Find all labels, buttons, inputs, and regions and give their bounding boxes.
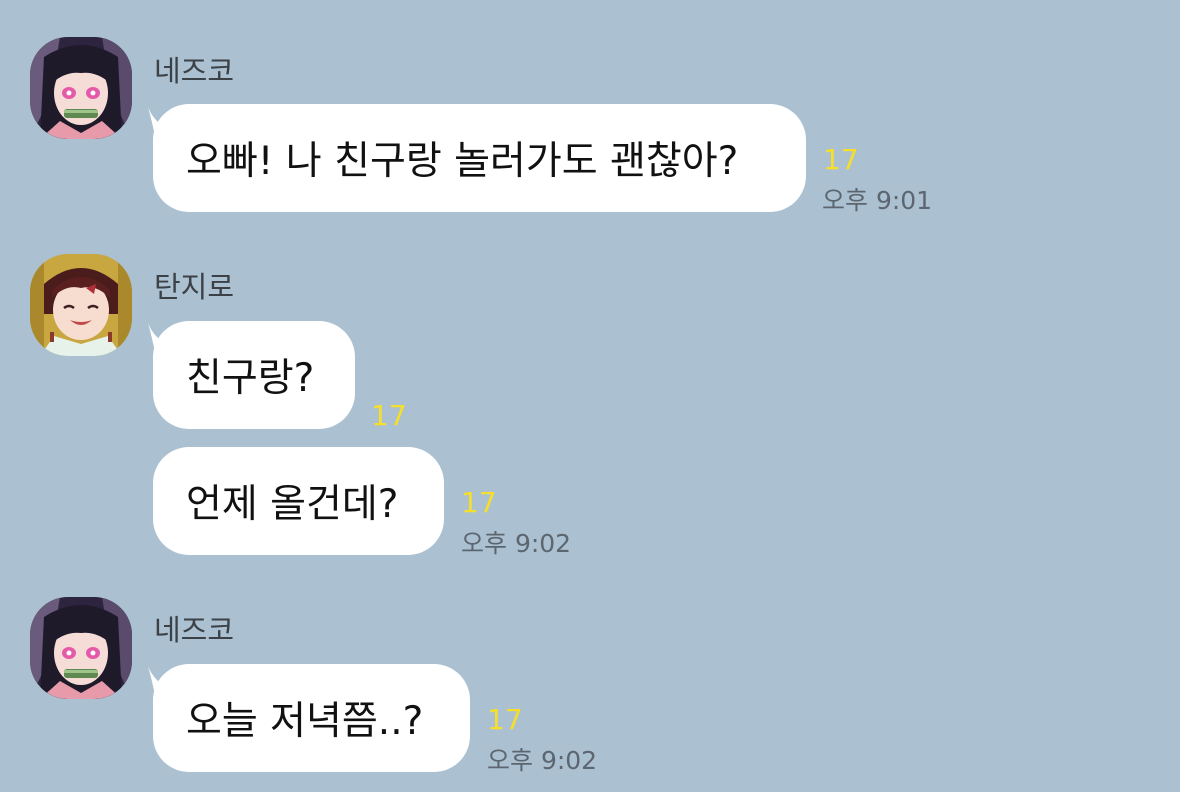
- message-text: 언제 올건데?: [186, 482, 399, 527]
- message-bubble[interactable]: 오빠! 나 친구랑 놀러가도 괜찮아?: [153, 104, 806, 212]
- tanjiro-avatar[interactable]: [30, 254, 132, 356]
- message-time: 오후 9:02: [461, 529, 572, 558]
- sender-name: 탄지로: [154, 270, 235, 304]
- unread-count: 17: [823, 143, 859, 176]
- nezuko-avatar[interactable]: [30, 37, 132, 139]
- message-text: 오늘 저녁쯤..?: [186, 699, 424, 744]
- message-text: 친구랑?: [186, 356, 315, 401]
- message-bubble[interactable]: 오늘 저녁쯤..?: [153, 664, 470, 772]
- unread-count: 17: [371, 399, 407, 432]
- message-text: 오빠! 나 친구랑 놀러가도 괜찮아?: [186, 139, 739, 184]
- message-time: 오후 9:02: [487, 746, 598, 775]
- chat-room: 네즈코 오빠! 나 친구랑 놀러가도 괜찮아? 17 오후 9:01 탄지로 친…: [0, 0, 1180, 792]
- message-time: 오후 9:01: [822, 186, 933, 215]
- sender-name: 네즈코: [154, 54, 235, 88]
- nezuko-avatar[interactable]: [30, 597, 132, 699]
- message-bubble[interactable]: 친구랑?: [153, 321, 355, 429]
- unread-count: 17: [487, 703, 523, 736]
- unread-count: 17: [461, 486, 497, 519]
- sender-name: 네즈코: [154, 613, 235, 647]
- message-bubble[interactable]: 언제 올건데?: [153, 447, 444, 555]
